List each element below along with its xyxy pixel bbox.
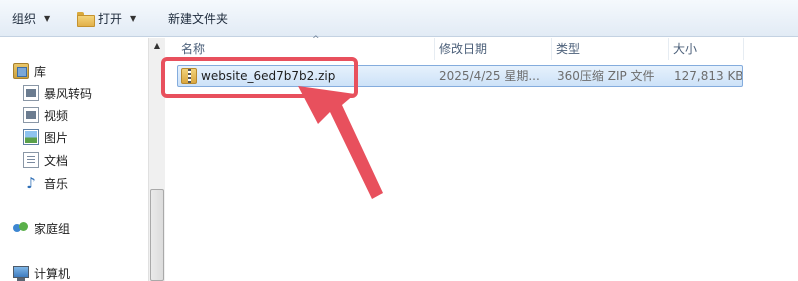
- organize-label: 组织: [12, 12, 37, 26]
- file-size: 127,813 KB: [674, 69, 742, 83]
- navigation-pane: 库 暴风转码 视频 图片 文档 ♪ 音乐 家庭组 计算机: [0, 38, 148, 281]
- new-folder-label: 新建文件夹: [168, 12, 229, 26]
- column-header-modified[interactable]: 修改日期: [435, 38, 552, 60]
- file-modified: 2025/4/25 星期...: [439, 69, 540, 83]
- file-type: 360压缩 ZIP 文件: [557, 69, 655, 83]
- sort-ascending-icon: ^: [312, 35, 320, 45]
- homegroup-icon: [13, 220, 29, 236]
- computer-icon: [13, 266, 29, 281]
- nav-item-documents[interactable]: 文档: [23, 150, 68, 170]
- column-header-label: 名称: [181, 42, 206, 56]
- nav-item-label: 视频: [44, 108, 69, 123]
- column-header-type[interactable]: 类型: [552, 38, 669, 60]
- scroll-up-arrow-icon[interactable]: ▲: [149, 38, 165, 54]
- nav-item-label: 库: [34, 64, 47, 79]
- library-icon: [13, 63, 29, 79]
- nav-item-label: 图片: [44, 130, 69, 145]
- nav-item-videos[interactable]: 视频: [23, 105, 68, 125]
- nav-item-label: 音乐: [44, 176, 69, 191]
- command-toolbar: 组织 ▼ 打开 ▼ 新建文件夹: [0, 0, 798, 37]
- nav-item-pictures[interactable]: 图片: [23, 127, 68, 147]
- organize-menu[interactable]: 组织 ▼: [12, 0, 50, 37]
- annotation-highlight-box: [161, 57, 358, 98]
- new-folder-button[interactable]: 新建文件夹: [168, 0, 228, 37]
- nav-item-label: 计算机: [34, 266, 71, 281]
- nav-item-label: 文档: [44, 153, 69, 168]
- document-icon: [23, 152, 39, 168]
- open-button[interactable]: 打开 ▼: [77, 0, 136, 37]
- column-header-label: 类型: [556, 42, 581, 56]
- music-icon: ♪: [26, 174, 36, 192]
- open-label: 打开: [98, 12, 123, 26]
- nav-item-computer[interactable]: 计算机: [13, 263, 70, 281]
- nav-item-homegroup[interactable]: 家庭组: [13, 218, 70, 238]
- picture-icon: [23, 129, 39, 145]
- chevron-down-icon: ▼: [130, 14, 137, 23]
- nav-item-music[interactable]: ♪ 音乐: [23, 173, 68, 193]
- nav-item-library[interactable]: 库: [13, 61, 46, 81]
- column-header-size[interactable]: 大小: [669, 38, 744, 60]
- nav-item-label: 家庭组: [34, 221, 71, 236]
- video-icon: [23, 107, 39, 123]
- nav-item-label: 暴风转码: [44, 86, 93, 101]
- column-header-label: 修改日期: [439, 42, 488, 56]
- video-icon: [23, 85, 39, 101]
- column-header-label: 大小: [673, 42, 698, 56]
- chevron-down-icon: ▼: [44, 14, 51, 23]
- scroll-thumb[interactable]: [150, 189, 164, 281]
- nav-item-baofeng[interactable]: 暴风转码: [23, 83, 92, 103]
- open-folder-icon: [77, 12, 95, 27]
